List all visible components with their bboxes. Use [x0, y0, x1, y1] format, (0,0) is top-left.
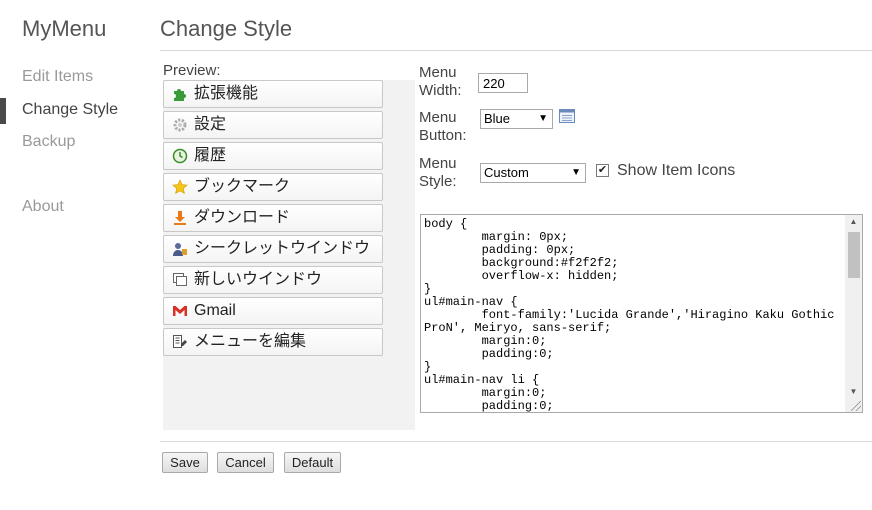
preview-menu-item-downloads[interactable]: ダウンロード	[163, 204, 383, 232]
chevron-down-icon: ▼	[538, 113, 548, 124]
incognito-icon	[172, 241, 188, 257]
preview-menu-item-bookmarks[interactable]: ブックマーク	[163, 173, 383, 201]
menu-button-select[interactable]: Blue ▼	[480, 109, 553, 129]
scroll-thumb[interactable]	[848, 232, 860, 278]
menu-style-select-value: Custom	[484, 165, 529, 180]
show-item-icons-checkbox[interactable]: ✔	[596, 164, 609, 177]
code-scrollbar[interactable]: ▲ ▼	[845, 215, 862, 412]
menu-width-input[interactable]	[478, 73, 528, 93]
button-preview-icon[interactable]	[559, 109, 575, 123]
footer-divider	[160, 441, 872, 442]
gear-icon	[172, 117, 188, 133]
scroll-down-arrow-icon[interactable]: ▼	[845, 387, 862, 396]
cancel-button[interactable]: Cancel	[217, 452, 274, 473]
app-title: MyMenu	[22, 16, 107, 41]
menu-item-label: シークレットウインドウ	[194, 240, 371, 257]
menu-width-label: Menu Width:	[419, 64, 462, 99]
gmail-icon	[172, 303, 188, 319]
preview-menu-item-incognito[interactable]: シークレットウインドウ	[163, 235, 383, 263]
menu-item-label: ダウンロード	[194, 209, 291, 226]
menu-item-label: メニューを編集	[194, 333, 307, 350]
new-window-icon	[172, 272, 188, 288]
custom-css-textarea[interactable]: body { margin: 0px; padding: 0px; backgr…	[420, 214, 863, 413]
save-button[interactable]: Save	[162, 452, 208, 473]
resize-grip-icon[interactable]	[851, 401, 861, 411]
sidebar-item-change-style[interactable]: Change Style	[0, 98, 118, 124]
edit-menu-icon	[172, 334, 188, 350]
download-icon	[172, 210, 188, 226]
menu-item-label: 新しいウインドウ	[194, 271, 323, 288]
menu-item-label: 履歴	[194, 147, 227, 164]
scroll-up-arrow-icon[interactable]: ▲	[845, 217, 862, 226]
chevron-down-icon: ▼	[571, 167, 581, 178]
preview-menu-item-settings[interactable]: 設定	[163, 111, 383, 139]
preview-menu-item-gmail[interactable]: Gmail	[163, 297, 383, 325]
preview-menu-item-edit-menu[interactable]: メニューを編集	[163, 328, 383, 356]
header-divider	[160, 50, 872, 51]
preview-label: Preview:	[163, 62, 221, 79]
preview-panel: 拡張機能 設定 履歴 ブックマーク ダウンロード シークレットウインドウ 新しい…	[163, 80, 415, 430]
custom-css-code: body { margin: 0px; padding: 0px; backgr…	[424, 217, 835, 413]
preview-menu-item-extensions[interactable]: 拡張機能	[163, 80, 383, 108]
page-title: Change Style	[160, 16, 293, 41]
sidebar-item-about[interactable]: About	[0, 196, 64, 218]
menu-item-label: 拡張機能	[194, 85, 259, 102]
show-item-icons-label: Show Item Icons	[617, 162, 736, 179]
default-button[interactable]: Default	[284, 452, 341, 473]
menu-item-label: 設定	[194, 116, 227, 133]
history-icon	[172, 148, 188, 164]
preview-menu-item-history[interactable]: 履歴	[163, 142, 383, 170]
puzzle-icon	[172, 86, 188, 102]
preview-menu-item-new-window[interactable]: 新しいウインドウ	[163, 266, 383, 294]
menu-button-label: Menu Button:	[419, 109, 467, 144]
star-icon	[172, 179, 188, 195]
menu-style-select[interactable]: Custom ▼	[480, 163, 586, 183]
menu-button-select-value: Blue	[484, 111, 511, 126]
menu-item-label: ブックマーク	[194, 178, 291, 195]
menu-item-label: Gmail	[194, 302, 236, 319]
sidebar-item-backup[interactable]: Backup	[0, 131, 75, 153]
sidebar-item-edit-items[interactable]: Edit Items	[0, 66, 93, 88]
menu-style-label: Menu Style:	[419, 155, 457, 190]
